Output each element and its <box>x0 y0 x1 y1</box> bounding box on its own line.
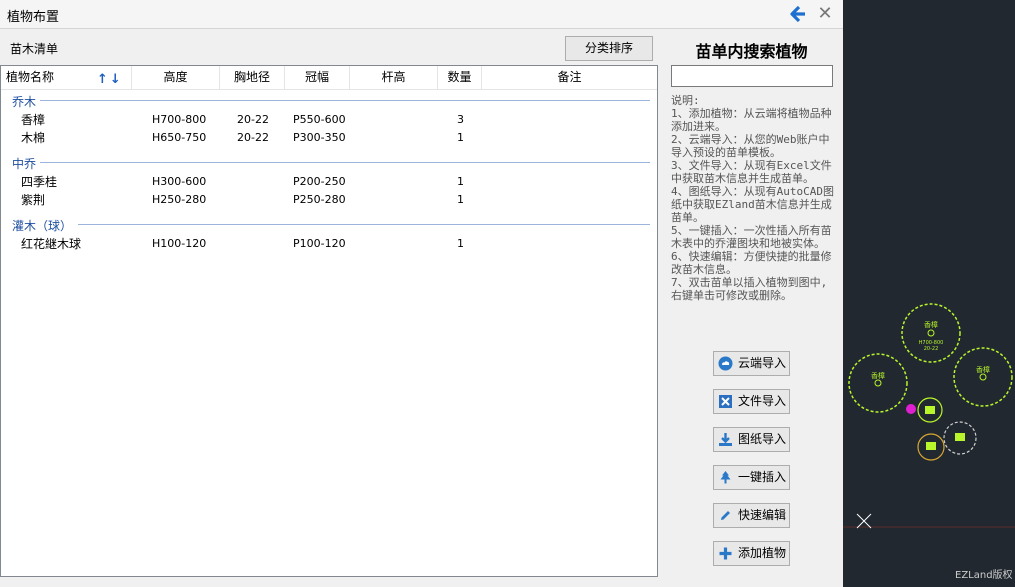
instruction-line: 1、添加植物：从云端将植物品种添加进来。 <box>671 107 832 133</box>
cell-name: 香樟 <box>21 113 46 127</box>
column-header-name[interactable]: 植物名称 ↑↓ <box>1 66 132 89</box>
instruction-line: 6、快速编辑：方便快捷的批量修改苗木信息。 <box>671 250 832 276</box>
button-label: 云端导入 <box>738 356 787 370</box>
cloud-upload-icon <box>718 356 733 371</box>
cell-name: 红花継木球 <box>21 237 82 251</box>
cell-quantity: 1 <box>457 175 464 188</box>
cell-height: H250-280 <box>152 193 207 206</box>
button-label: 图纸导入 <box>738 432 787 446</box>
group-header-shrub[interactable]: 灌木（球） <box>12 217 72 233</box>
plant-layout-dialog: 植物布置 ✕ 苗木清单 分类排序 植物名称 ↑↓ 高度 胸地径 冠幅 杆高 数量… <box>0 0 843 587</box>
instruction-line: 说明: <box>671 94 700 107</box>
download-icon <box>718 432 733 447</box>
column-label: 植物名称 <box>6 70 55 84</box>
instructions-text: 说明: 1、添加植物：从云端将植物品种添加进来。 2、云端导入：从您的Web账户… <box>671 94 837 302</box>
cell-dbh: 20-22 <box>237 131 269 144</box>
symbol-name: 香樟 <box>871 371 885 380</box>
group-header-medium-tree[interactable]: 中乔 <box>12 155 36 171</box>
cell-name: 四季桂 <box>21 175 58 189</box>
pencil-icon <box>718 508 733 523</box>
column-header-note[interactable]: 备注 <box>482 66 657 89</box>
group-divider <box>40 162 650 163</box>
cell-dbh: 20-22 <box>237 113 269 126</box>
cell-height: H100-120 <box>152 237 207 250</box>
cell-quantity: 3 <box>457 113 464 126</box>
symbol-dbh: 20-22 <box>924 346 939 352</box>
cell-crown: P250-280 <box>293 193 346 206</box>
table-row[interactable]: 紫荆 H250-280 P250-280 1 <box>1 191 657 209</box>
cell-name: 木棉 <box>21 131 46 145</box>
instruction-line: 7、双击苗单以插入植物到图中,右键单击可修改或删除。 <box>671 276 828 302</box>
copyright-label: EZLand版权 <box>955 570 1013 581</box>
plant-search-input[interactable] <box>671 65 833 87</box>
one-click-insert-button[interactable]: 一键插入 <box>713 465 790 490</box>
title-bar: 植物布置 ✕ <box>0 0 843 29</box>
cell-crown: P100-120 <box>293 237 346 250</box>
instruction-line: 5、一键插入：一次性插入所有苗木表中的乔灌图块和地被实体。 <box>671 224 832 250</box>
tree-symbol[interactable]: 香樟 <box>953 347 1013 407</box>
cell-crown: P300-350 <box>293 131 346 144</box>
group-divider <box>40 100 650 101</box>
category-sort-button[interactable]: 分类排序 <box>565 36 653 61</box>
cell-quantity: 1 <box>457 193 464 206</box>
column-header-crown[interactable]: 冠幅 <box>285 66 350 89</box>
drawing-import-button[interactable]: 图纸导入 <box>713 427 790 452</box>
column-header-dbh[interactable]: 胸地径 <box>220 66 285 89</box>
cell-height: H300-600 <box>152 175 207 188</box>
column-header-quantity[interactable]: 数量 <box>438 66 482 89</box>
column-header-height[interactable]: 高度 <box>132 66 220 89</box>
cloud-import-button[interactable]: 云端导入 <box>713 351 790 376</box>
file-import-button[interactable]: 文件导入 <box>713 389 790 414</box>
button-label: 添加植物 <box>738 546 787 560</box>
column-header-pole-height[interactable]: 杆高 <box>350 66 438 89</box>
table-row[interactable]: 四季桂 H300-600 P200-250 1 <box>1 173 657 191</box>
cell-name: 紫荆 <box>21 193 46 207</box>
excel-icon <box>718 394 733 409</box>
cell-quantity: 1 <box>457 237 464 250</box>
symbol-name: 香樟 <box>924 320 938 329</box>
back-arrow-icon[interactable] <box>788 4 808 24</box>
nursery-list-label: 苗木清单 <box>10 42 59 56</box>
close-icon[interactable]: ✕ <box>817 4 833 24</box>
table-header: 植物名称 ↑↓ 高度 胸地径 冠幅 杆高 数量 备注 <box>1 66 657 90</box>
window-title: 植物布置 <box>7 10 60 25</box>
cell-quantity: 1 <box>457 131 464 144</box>
add-plant-button[interactable]: 添加植物 <box>713 541 790 566</box>
cell-crown: P200-250 <box>293 175 346 188</box>
sort-arrows-icon[interactable]: ↑↓ <box>97 68 123 91</box>
search-title: 苗单内搜索植物 <box>695 42 808 61</box>
tree-symbol[interactable]: 香樟 H700-800 20-22 <box>901 303 961 363</box>
symbol-name: 香樟 <box>976 365 990 374</box>
quick-edit-button[interactable]: 快速编辑 <box>713 503 790 528</box>
cell-crown: P550-600 <box>293 113 346 126</box>
cell-height: H700-800 <box>152 113 207 126</box>
tree-icon <box>718 470 733 485</box>
group-header-tree[interactable]: 乔木 <box>12 93 36 109</box>
table-row[interactable]: 木棉 H650-750 20-22 P300-350 1 <box>1 129 657 147</box>
button-label: 文件导入 <box>738 394 787 408</box>
instruction-line: 4、图纸导入：从现有AutoCAD图纸中获取EZland苗木信息并生成苗单。 <box>671 185 834 224</box>
cad-canvas[interactable]: 香樟 H700-800 20-22 香樟 香樟 <box>843 0 1015 587</box>
button-label: 一键插入 <box>738 470 787 484</box>
instruction-line: 2、云端导入：从您的Web账户中导入预设的苗单模板。 <box>671 133 830 159</box>
tree-symbol[interactable]: 香樟 <box>848 353 908 413</box>
group-divider <box>78 224 650 225</box>
table-row[interactable]: 香樟 H700-800 20-22 P550-600 3 <box>1 111 657 129</box>
button-label: 快速编辑 <box>738 508 787 522</box>
table-row[interactable]: 红花継木球 H100-120 P100-120 1 <box>1 235 657 253</box>
instruction-line: 3、文件导入：从现有Excel文件中获取苗木信息并生成苗单。 <box>671 159 832 185</box>
cell-height: H650-750 <box>152 131 207 144</box>
plus-icon <box>718 546 733 561</box>
nursery-list-table: 植物名称 ↑↓ 高度 胸地径 冠幅 杆高 数量 备注 乔木 香樟 H700-80… <box>0 65 658 577</box>
